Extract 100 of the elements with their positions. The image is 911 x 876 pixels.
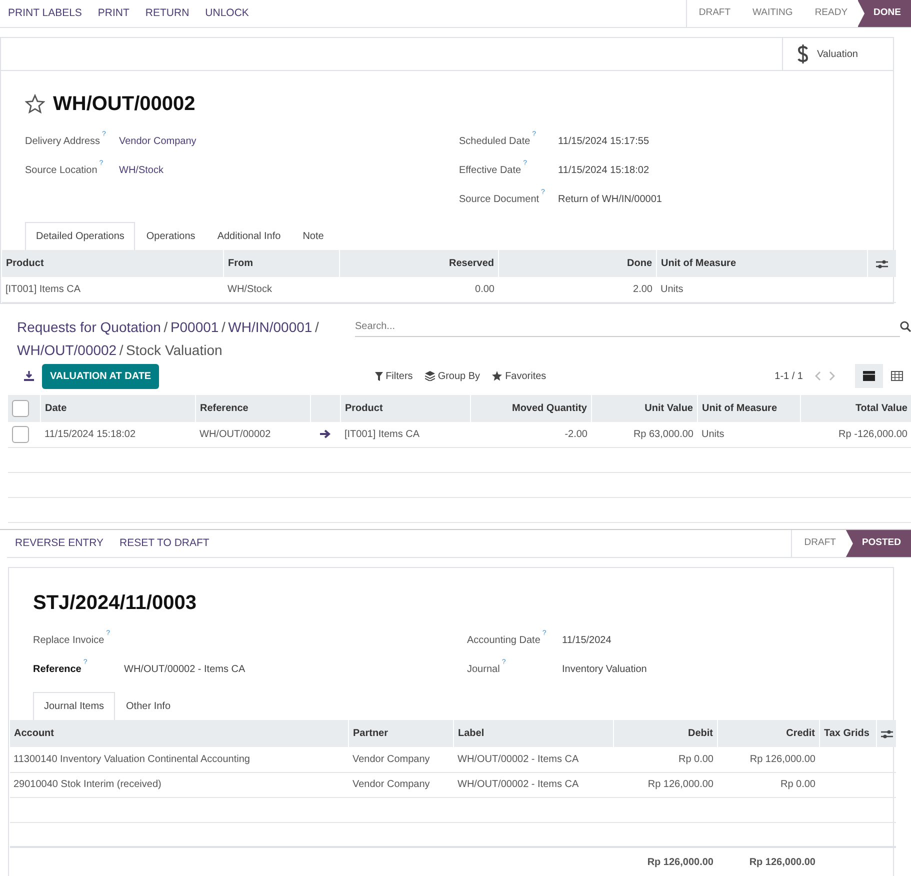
action-button[interactable]: RESET TO DRAFT (112, 536, 218, 552)
status-stage[interactable]: DONE (858, 0, 911, 27)
star-icon[interactable] (25, 94, 45, 114)
download-icon[interactable] (24, 371, 34, 381)
table-cell: Rp 126,000.00 (750, 754, 816, 765)
column-header[interactable]: Product (6, 258, 44, 269)
action-button[interactable]: PRINT (90, 6, 138, 22)
help-icon[interactable]: ? (523, 160, 527, 168)
field-label: Accounting Date (467, 635, 540, 646)
checkbox[interactable] (12, 426, 28, 443)
dollar-icon (797, 44, 809, 64)
table-cell: Rp -126,000.00 (838, 428, 908, 440)
column-header[interactable]: Product (345, 403, 383, 414)
help-icon[interactable]: ? (83, 659, 88, 666)
tab[interactable]: Other Info (115, 692, 182, 720)
help-icon[interactable]: ? (502, 659, 506, 666)
table-cell: 2.00 (633, 284, 652, 295)
breadcrumb-link[interactable]: P00001 (170, 319, 219, 335)
column-header[interactable]: Partner (353, 728, 388, 739)
help-icon[interactable]: ? (532, 131, 536, 138)
column-header[interactable]: Account (14, 728, 54, 739)
breadcrumb-link[interactable]: WH/OUT/00002 (17, 342, 117, 358)
field-value: Return of WH/IN/00001 (558, 193, 662, 207)
action-button[interactable]: PRINT LABELS (0, 6, 90, 22)
field-value: 11/15/2024 15:17:55 (558, 135, 650, 149)
help-icon[interactable]: ? (99, 160, 104, 168)
grid-view-icon[interactable] (891, 371, 903, 381)
arrow-right-icon[interactable] (320, 429, 331, 440)
breadcrumb-current: Stock Valuation (126, 342, 222, 358)
breadcrumb-separator: / (222, 319, 226, 335)
valuation-at-date-button[interactable]: VALUATION AT DATE (42, 364, 160, 388)
help-icon[interactable]: ? (102, 131, 106, 138)
field-value: WH/OUT/00002 - Items CA (124, 663, 246, 677)
column-header[interactable]: Date (45, 403, 67, 414)
total-amount: Rp 126,000.00 (647, 857, 714, 868)
table-cell: Vendor Company (352, 779, 430, 790)
table-cell: WH/OUT/00002 - Items CA (458, 754, 579, 765)
table-cell: 29010040 Stok Interim (received) (14, 779, 162, 790)
help-icon[interactable]: ? (542, 630, 546, 638)
column-header[interactable]: Unit of Measure (661, 258, 736, 269)
field-link[interactable]: WH/Stock (119, 163, 164, 178)
table-cell: 0.00 (475, 284, 494, 295)
breadcrumb-separator: / (119, 342, 124, 358)
tab[interactable]: Note (292, 222, 335, 250)
column-header[interactable]: Label (458, 728, 484, 739)
action-button[interactable]: REVERSE ENTRY (7, 536, 112, 552)
help-icon[interactable]: ? (541, 189, 545, 196)
field-label: Effective Date (459, 165, 522, 176)
table-cell: Rp 0.00 (780, 779, 816, 790)
list-view-button[interactable] (855, 364, 883, 388)
field-link[interactable]: Vendor Company (119, 134, 196, 149)
group-by-button[interactable]: Group By (418, 368, 486, 384)
favorites-button[interactable]: Favorites (486, 368, 552, 384)
table-cell: Vendor Company (352, 754, 430, 765)
column-header[interactable]: Reference (200, 403, 248, 414)
table-cell: Rp 126,000.00 (648, 779, 714, 790)
record-title: WH/OUT/00002 (53, 92, 196, 117)
total-amount: Rp 126,000.00 (749, 857, 816, 868)
help-icon[interactable]: ? (106, 630, 110, 638)
search-icon[interactable] (900, 321, 911, 332)
filters-button[interactable]: Filters (368, 368, 419, 384)
field-value: Inventory Valuation (562, 663, 647, 677)
table-cell: Units (702, 428, 724, 440)
column-header[interactable]: Reserved (448, 258, 494, 269)
column-header[interactable]: Done (627, 258, 652, 269)
tab[interactable]: Journal Items (33, 692, 116, 720)
table-cell: [IT001] Items CA (344, 428, 420, 440)
table-cell: 11300140 Inventory Valuation Continental Accounting (14, 754, 250, 765)
field-label: Source Location (25, 165, 98, 176)
pager-text: 1-1 / 1 (774, 370, 803, 384)
column-header[interactable]: Debit (688, 728, 713, 739)
table-cell: [IT001] Items CA (6, 284, 81, 295)
column-header[interactable]: Total Value (855, 403, 908, 414)
list-view-icon[interactable] (863, 371, 875, 381)
action-button[interactable]: RETURN (137, 6, 198, 22)
layers-icon (424, 371, 435, 381)
checkbox[interactable] (12, 400, 29, 417)
table-cell: Units (660, 284, 684, 295)
record-title: STJ/2024/11/0003 (33, 591, 198, 616)
action-button[interactable]: UNLOCK (197, 6, 257, 22)
column-header[interactable]: Credit (786, 728, 815, 739)
breadcrumb-link[interactable]: WH/IN/00001 (228, 319, 312, 335)
column-options-icon[interactable] (876, 258, 888, 268)
breadcrumb-separator: / (164, 319, 168, 335)
table-cell: WH/OUT/00002 (200, 428, 271, 440)
status-stage[interactable]: POSTED (846, 530, 911, 557)
field-value: 11/15/2024 15:18:02 (558, 164, 650, 178)
column-header[interactable]: From (228, 258, 253, 269)
table-cell: WH/OUT/00002 - Items CA (458, 779, 579, 790)
tab[interactable]: Additional Info (206, 222, 292, 250)
search-field[interactable]: Search... (355, 317, 900, 337)
field-label: Delivery Address (25, 136, 100, 147)
table-cell: Rp 63,000.00 (633, 428, 694, 440)
column-options-icon[interactable] (881, 728, 893, 738)
tab[interactable]: Operations (135, 222, 206, 250)
tab[interactable]: Detailed Operations (25, 222, 136, 250)
column-header[interactable]: Unit Value (644, 403, 693, 414)
field-label: Source Document (459, 194, 540, 205)
star-icon (492, 371, 502, 381)
breadcrumb-link[interactable]: Requests for Quotation (17, 319, 161, 335)
